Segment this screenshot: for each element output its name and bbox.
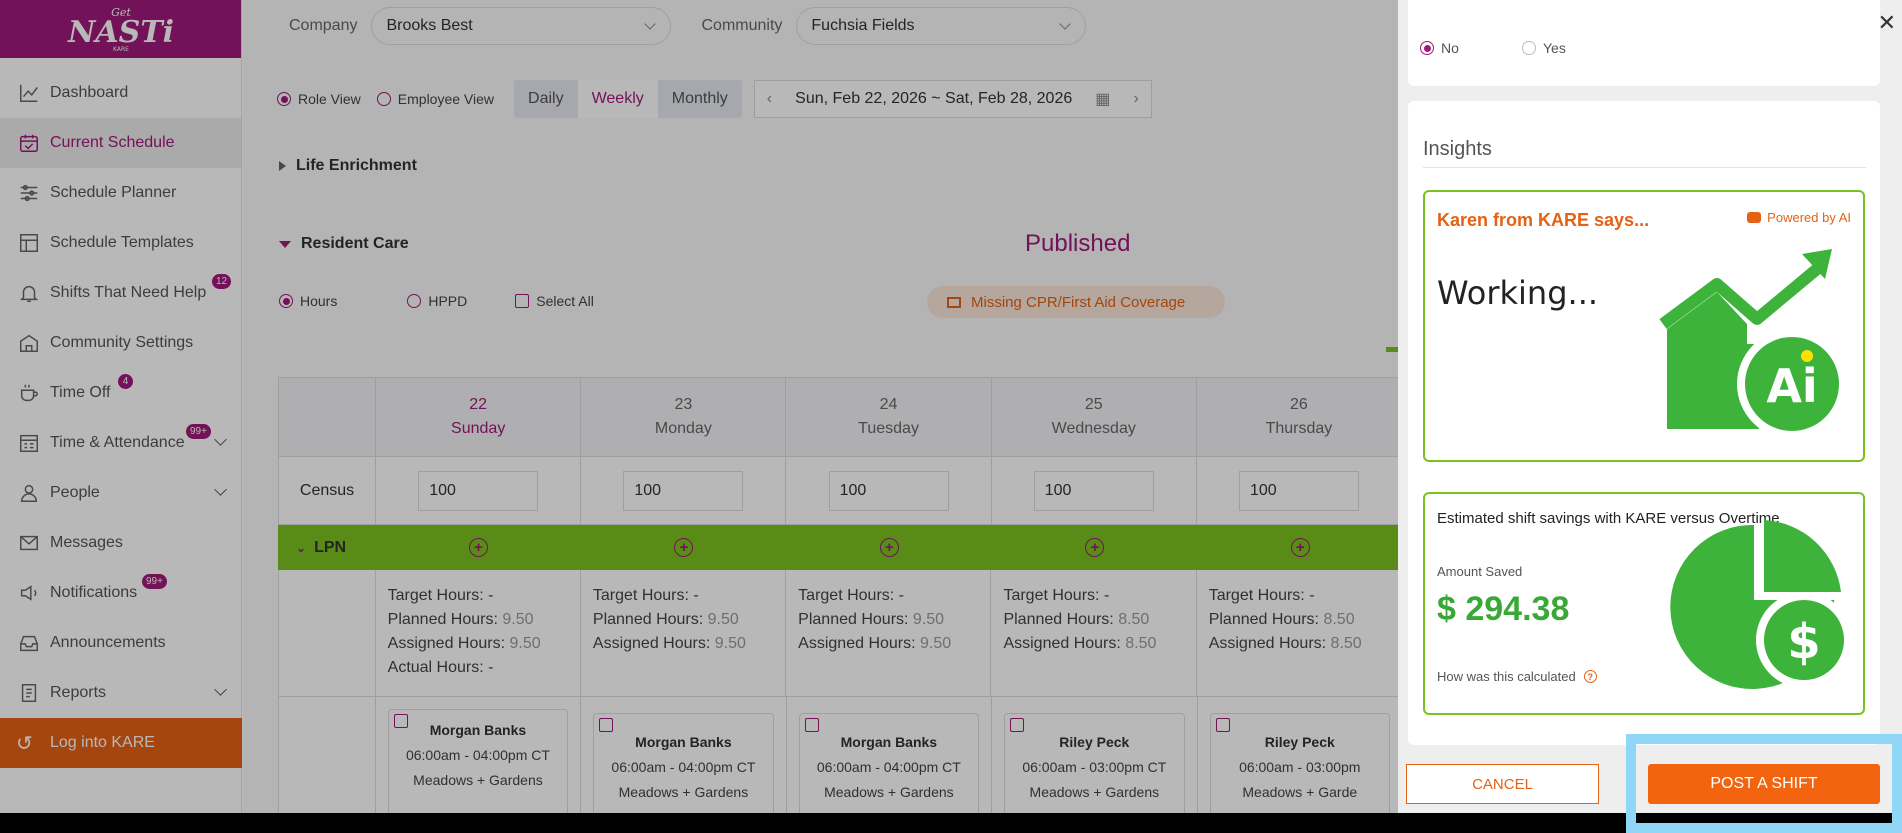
how-calculated-label: How was this calculated [1437,669,1576,684]
savings-pie-icon: $ [1670,520,1849,689]
no-radio[interactable] [1420,41,1434,55]
no-label: No [1441,40,1459,56]
yes-label: Yes [1543,40,1566,56]
ai-insight-card: Karen from KARE says... Powered by AI Wo… [1423,190,1865,462]
post-shift-drawer: ✕ No Yes Insights Karen from KARE says..… [1398,0,1902,813]
close-icon[interactable]: ✕ [1878,10,1896,36]
insights-title: Insights [1423,138,1492,160]
ai-growth-icon: Ai [1659,249,1847,439]
cancel-button[interactable]: CANCEL [1406,764,1599,804]
focus-highlight [1626,734,1902,833]
app-window: Get NASTi KARE Dashboard Current Schedul… [0,0,1902,813]
modal-backdrop[interactable] [0,0,1400,813]
how-calculated-link[interactable]: How was this calculated? [1437,669,1597,684]
no-option[interactable]: No [1420,40,1459,56]
powered-by-ai: Powered by AI [1747,210,1851,225]
savings-card: Estimated shift savings with KARE versus… [1423,492,1865,715]
svg-text:Ai: Ai [1766,359,1817,413]
powered-label: Powered by AI [1767,210,1851,225]
yes-option[interactable]: Yes [1522,40,1566,56]
yes-no-card: No Yes [1408,0,1880,86]
robot-icon [1747,212,1762,223]
insights-card: Insights Karen from KARE says... Powered… [1408,101,1880,745]
amount-label: Amount Saved [1437,564,1523,579]
svg-text:$: $ [1787,614,1820,670]
question-icon[interactable]: ? [1583,670,1597,683]
amount-value: $ 294.38 [1437,590,1570,628]
yes-radio[interactable] [1522,41,1536,55]
ai-status: Working... [1437,274,1599,312]
ai-heading: Karen from KARE says... [1437,210,1650,230]
divider [1423,167,1866,168]
